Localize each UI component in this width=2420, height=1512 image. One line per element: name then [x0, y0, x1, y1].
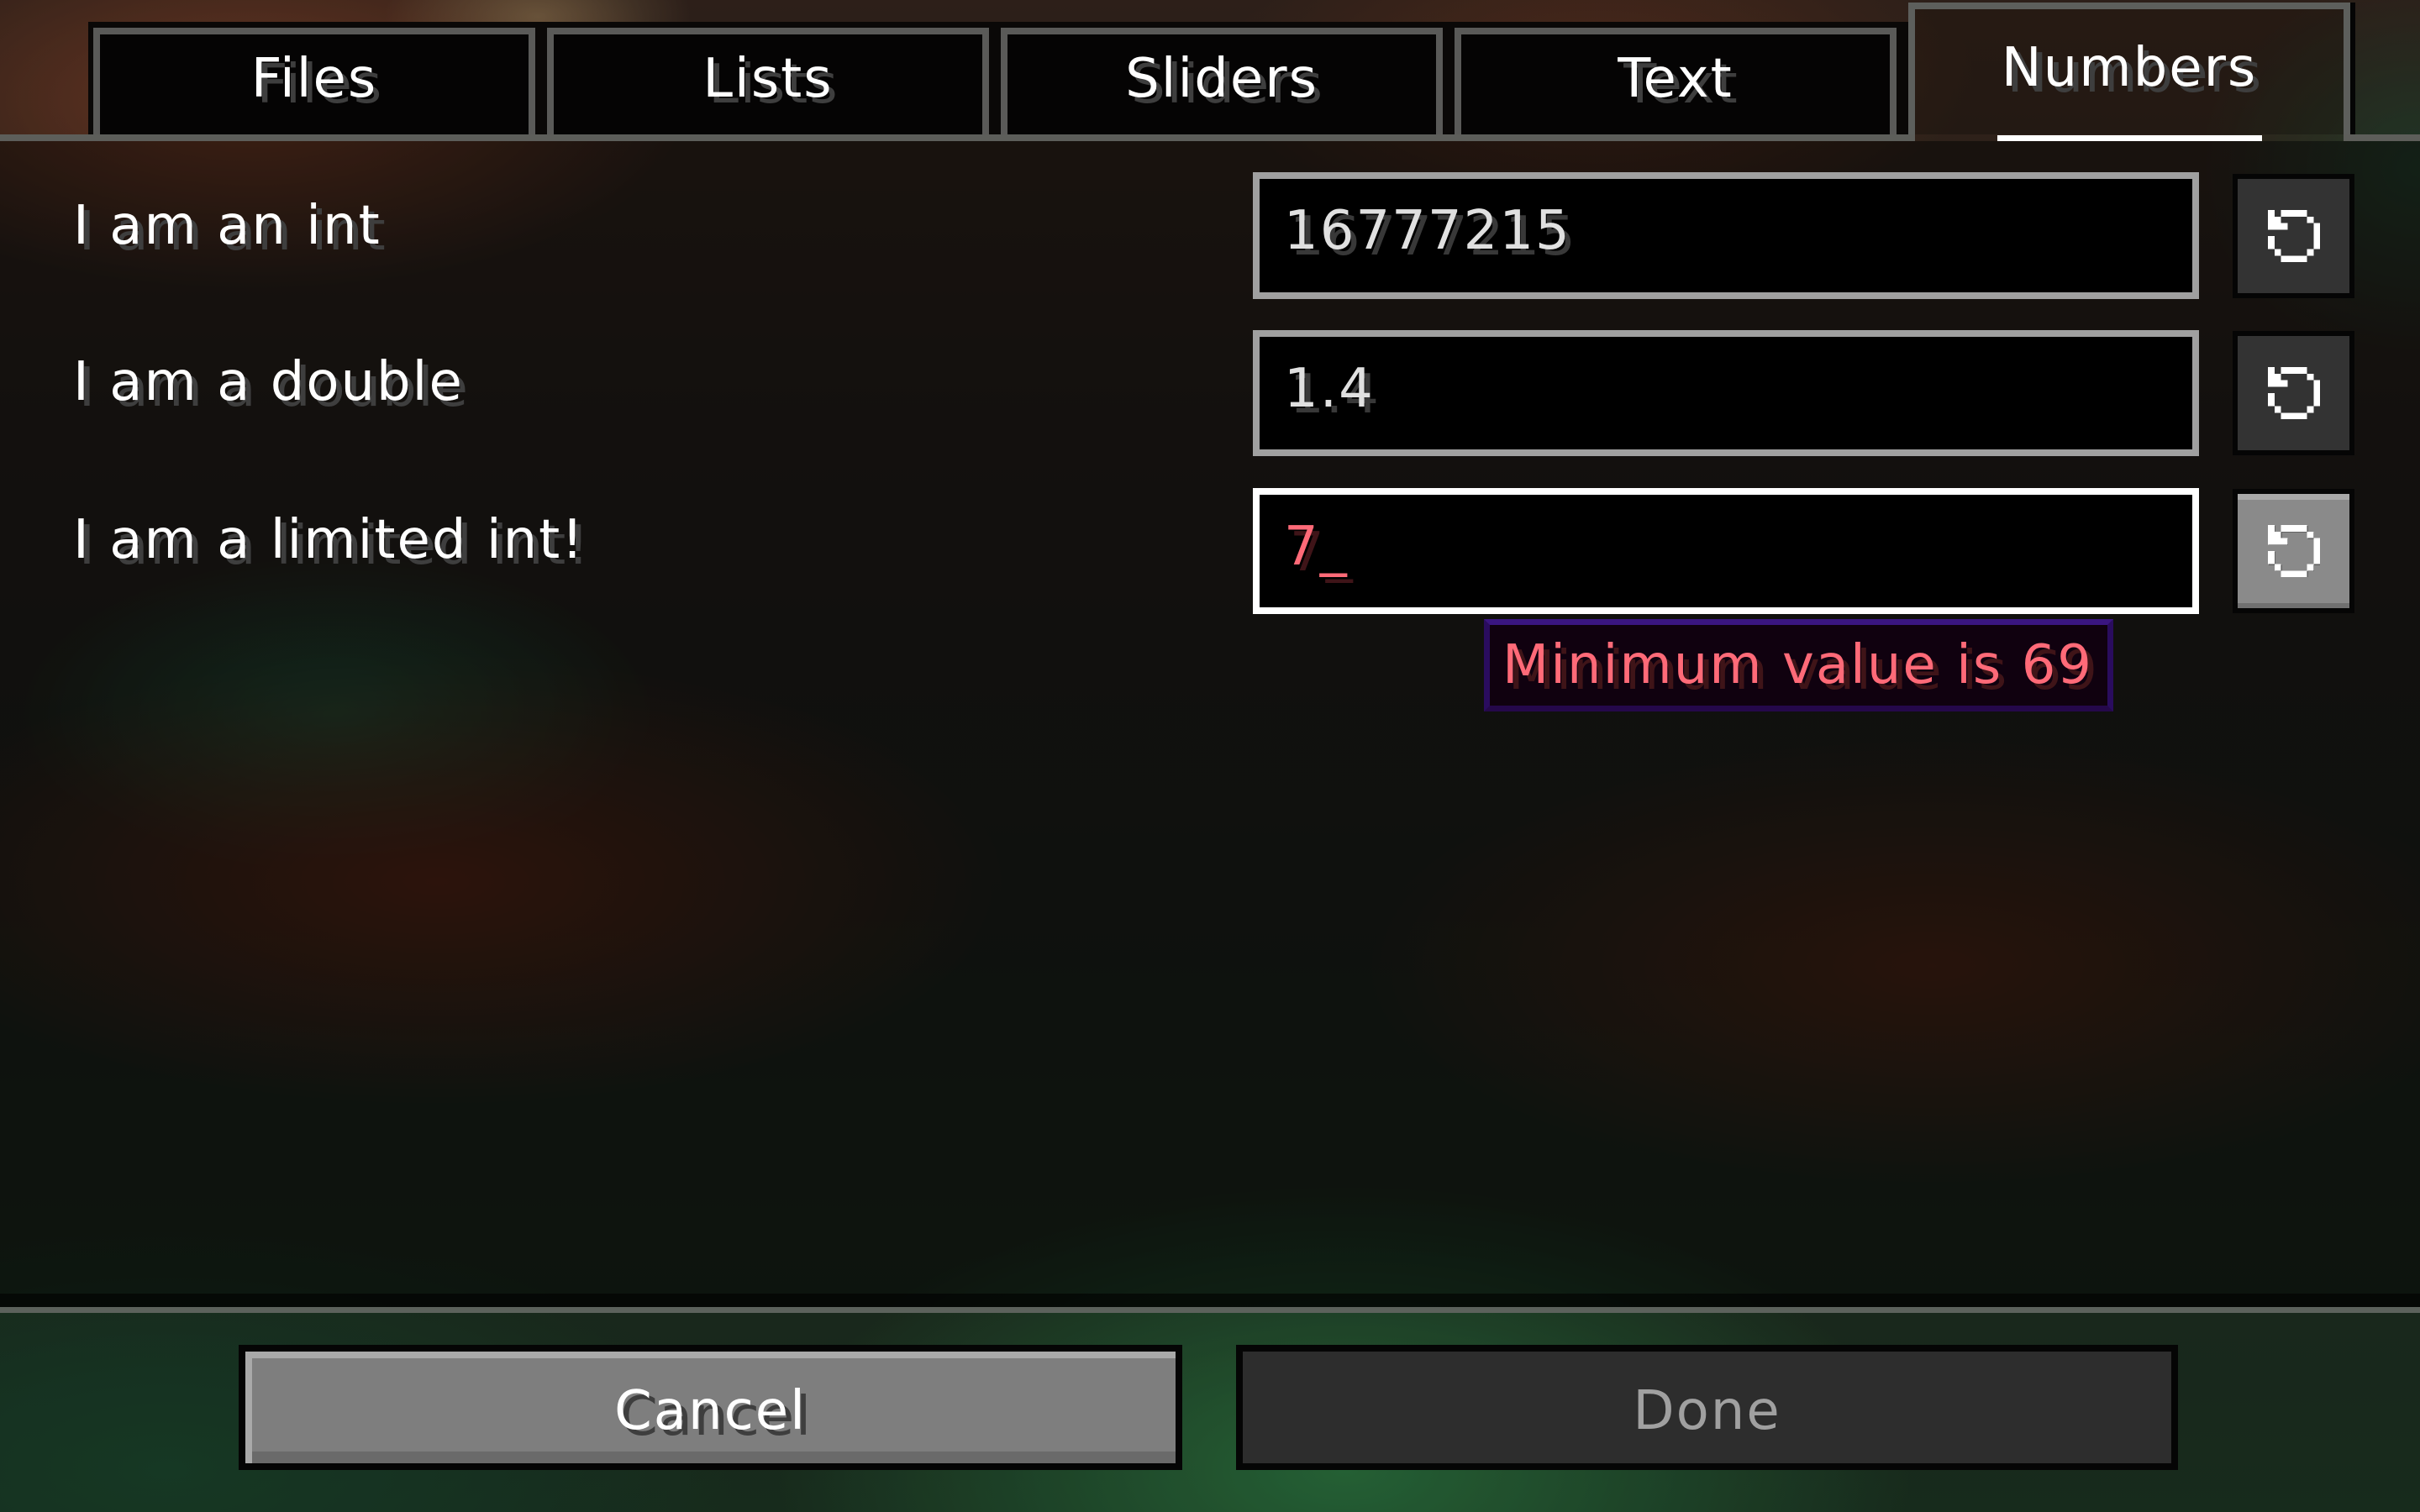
- selected-tab-indicator: [1997, 135, 2262, 141]
- reset-double-button[interactable]: [2233, 331, 2354, 455]
- tab-lists[interactable]: Lists: [547, 28, 989, 134]
- limited-int-input-value: 7_: [1284, 516, 1349, 578]
- tab-files[interactable]: Files: [93, 28, 535, 134]
- content-area-background: [0, 141, 2420, 1307]
- int-input-value: 16777215: [1284, 200, 1571, 262]
- reset-icon: [2268, 210, 2320, 262]
- setting-label: I am a limited int!: [73, 509, 585, 571]
- reset-limited-int-button[interactable]: [2233, 489, 2354, 613]
- double-input-value: 1.4: [1284, 358, 1375, 420]
- reset-int-button[interactable]: [2233, 174, 2354, 298]
- tab-numbers[interactable]: Numbers: [1908, 3, 2350, 141]
- footer-separator: [0, 1307, 2420, 1313]
- limited-int-input[interactable]: 7_: [1253, 488, 2199, 614]
- double-input[interactable]: 1.4: [1253, 330, 2199, 456]
- content-area-shadow: [0, 1294, 2420, 1307]
- reset-icon: [2268, 525, 2320, 577]
- cancel-button[interactable]: Cancel: [239, 1345, 1182, 1470]
- validation-tooltip: Minimum value is 69: [1484, 619, 2113, 711]
- tab-label: Numbers: [2001, 37, 2258, 99]
- tab-text[interactable]: Text: [1455, 28, 1897, 134]
- tab-label: Files: [250, 48, 378, 110]
- tab-label: Sliders: [1125, 48, 1318, 110]
- reset-icon: [2268, 367, 2320, 419]
- setting-label: I am a double: [73, 351, 464, 413]
- done-button-label: Done: [1633, 1380, 1781, 1442]
- cancel-button-label: Cancel: [614, 1380, 807, 1442]
- tab-sliders[interactable]: Sliders: [1001, 28, 1443, 134]
- tab-label: Lists: [702, 48, 834, 110]
- setting-label: I am an int: [73, 195, 381, 257]
- int-input[interactable]: 16777215: [1253, 172, 2199, 299]
- tab-bar-separator: [0, 134, 1915, 141]
- tab-label: Text: [1618, 48, 1733, 110]
- tab-bar-separator-right: [2344, 134, 2420, 141]
- done-button[interactable]: Done: [1236, 1345, 2178, 1470]
- validation-message: Minimum value is 69: [1502, 634, 2093, 696]
